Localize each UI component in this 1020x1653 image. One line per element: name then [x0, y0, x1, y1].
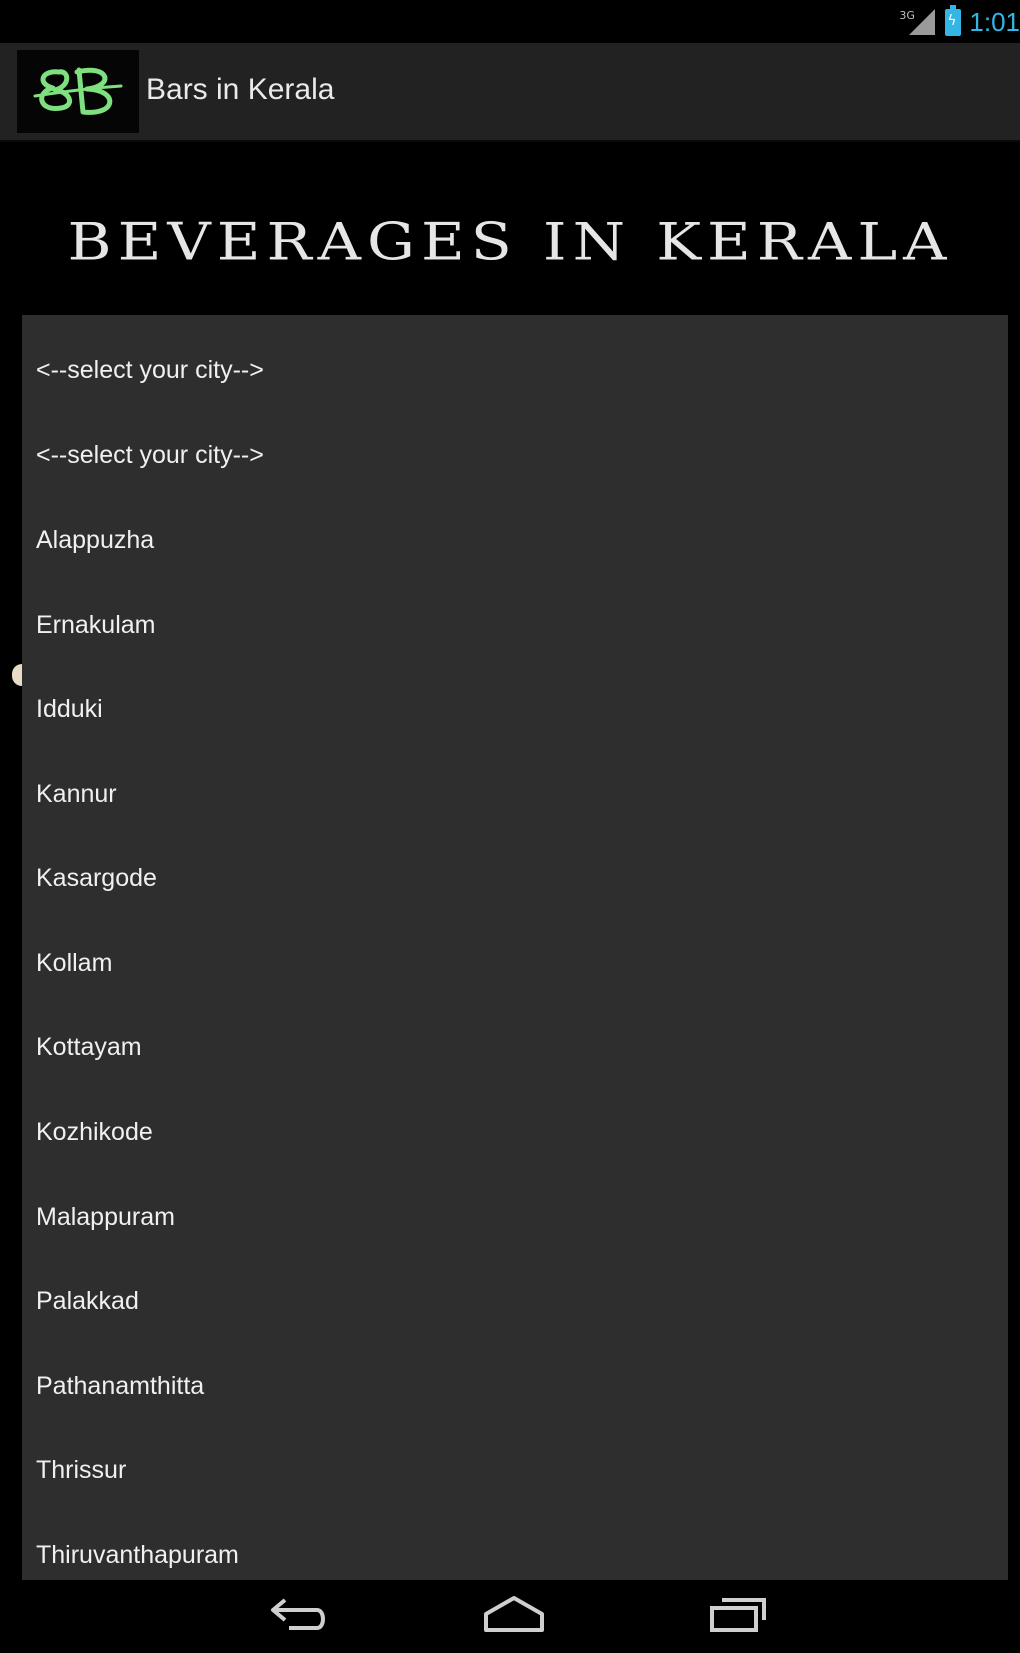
dropdown-option[interactable]: Malappuram: [36, 1203, 175, 1232]
dropdown-option[interactable]: Pathanamthitta: [36, 1372, 204, 1401]
app-logo[interactable]: [17, 50, 139, 133]
status-time: 1:01: [969, 6, 1020, 37]
dropdown-option[interactable]: Alappuzha: [36, 526, 154, 555]
dropdown-option[interactable]: Kasargode: [36, 864, 157, 893]
dropdown-option[interactable]: Palakkad: [36, 1287, 139, 1316]
home-icon: [484, 1596, 544, 1632]
dropdown-option[interactable]: Idduki: [36, 695, 103, 724]
status-bar: 3G ϟ 1:01: [0, 0, 1020, 43]
home-button[interactable]: [474, 1592, 554, 1642]
dropdown-option[interactable]: Kollam: [36, 949, 112, 978]
action-bar: Bars in Kerala: [0, 43, 1020, 142]
back-icon: [271, 1598, 325, 1630]
dropdown-option[interactable]: <--select your city-->: [36, 441, 264, 470]
dropdown-option[interactable]: Ernakulam: [36, 611, 156, 640]
banner-heading: BEVERAGES IN KERALA: [67, 212, 953, 273]
battery-charging-icon: ϟ: [945, 4, 962, 36]
dropdown-selected-value[interactable]: <--select your city-->: [36, 356, 264, 385]
back-button[interactable]: [255, 1592, 335, 1642]
city-dropdown-list[interactable]: <--select your city--> <--select your ci…: [22, 315, 1008, 1580]
recents-button[interactable]: [698, 1592, 778, 1642]
bb-logo-icon: [33, 67, 123, 115]
app-title: Bars in Kerala: [146, 73, 335, 106]
signal-icon: 3G: [899, 7, 936, 37]
navigation-bar: [0, 1582, 1020, 1653]
dropdown-option[interactable]: Kozhikode: [36, 1118, 153, 1147]
dropdown-option[interactable]: Kottayam: [36, 1033, 142, 1062]
dropdown-option[interactable]: Thiruvanthapuram: [36, 1541, 239, 1570]
status-icons: 3G ϟ 1:01: [899, 4, 1020, 40]
recents-icon: [710, 1598, 766, 1632]
drawer-handle-icon: [12, 664, 22, 686]
dropdown-option[interactable]: Kannur: [36, 780, 117, 809]
dropdown-option[interactable]: Thrissur: [36, 1456, 126, 1485]
